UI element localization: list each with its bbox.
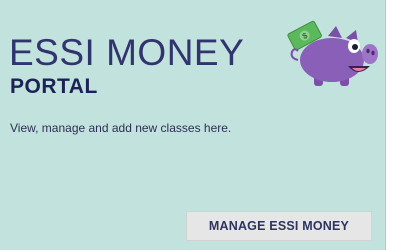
card-title: ESSI MONEY (9, 32, 245, 73)
card-description: View, manage and add new classes here. (10, 121, 232, 135)
manage-essi-money-button[interactable]: MANAGE ESSI MONEY (186, 211, 372, 241)
piggy-bank-money-icon: $ (287, 20, 378, 86)
card-subtitle: PORTAL (10, 75, 98, 98)
essi-money-card: ESSI MONEY PORTAL View, manage and add n… (0, 0, 386, 250)
